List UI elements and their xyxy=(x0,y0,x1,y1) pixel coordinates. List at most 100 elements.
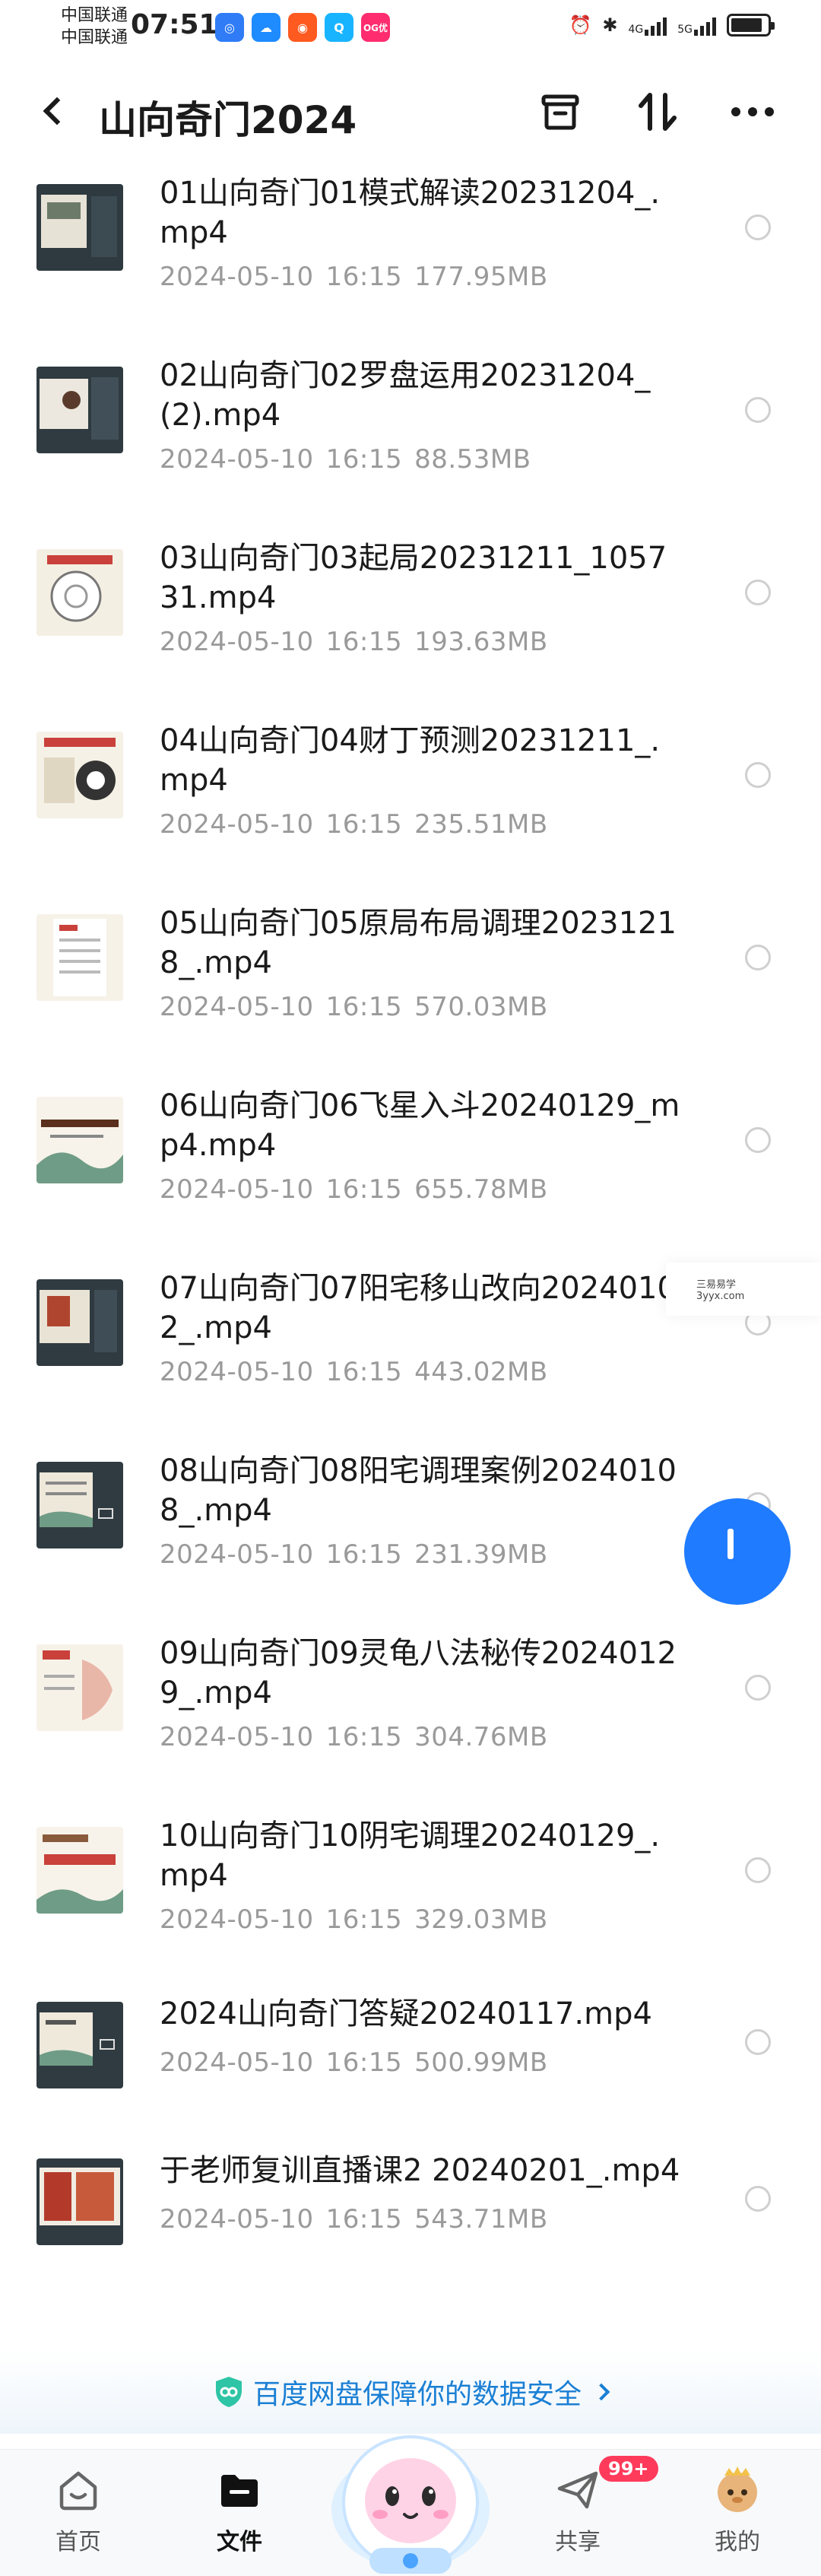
system-icons: ⏰ ✱ 4G 5G xyxy=(569,14,775,37)
share-badge: 99+ xyxy=(599,2456,658,2482)
assistant-mascot-button[interactable] xyxy=(327,2403,494,2576)
back-arrow-icon xyxy=(43,97,71,125)
file-name: 05山向奇门05原局布局调理20231218_.mp4 xyxy=(160,906,677,980)
upload-fab-button[interactable] xyxy=(684,1498,791,1605)
video-thumbnail xyxy=(36,1644,123,1731)
file-row[interactable]: 01山向奇门01模式解读20231204_.mp4 2024-05-10 16:1… xyxy=(0,167,821,350)
file-date: 2024-05-10 xyxy=(160,1174,314,1205)
file-row[interactable]: 2024山向奇门答疑20240117.mp4 2024-05-10 16:15 50… xyxy=(0,1993,821,2149)
select-radio[interactable] xyxy=(745,580,771,605)
select-radio[interactable] xyxy=(745,214,771,240)
file-date: 2024-05-10 xyxy=(160,444,314,475)
file-name: 01山向奇门01模式解读20231204_.mp4 xyxy=(160,176,661,250)
file-row[interactable]: 02山向奇门02罗盘运用20231204_(2).mp4 2024-05-10 1… xyxy=(0,350,821,532)
select-radio[interactable] xyxy=(745,2186,771,2212)
file-size: 304.76MB xyxy=(414,1722,548,1752)
file-size: 231.39MB xyxy=(414,1539,548,1570)
file-meta: 2024-05-10 16:15 235.51MB xyxy=(160,809,560,840)
file-date: 2024-05-10 xyxy=(160,2204,314,2235)
more-button[interactable] xyxy=(726,85,779,138)
file-row[interactable]: 06山向奇门06飞星入斗20240129_mp4.mp4 2024-05-10 1… xyxy=(0,1080,821,1263)
nav-files-label: 文件 xyxy=(217,2529,262,2555)
video-thumbnail xyxy=(36,914,123,1001)
file-row[interactable]: 于老师复训直播课2 20240201_.mp4 2024-05-10 16:15 5… xyxy=(0,2149,821,2306)
shopping-app-icon: OG优 xyxy=(361,13,390,42)
signal-2-icon: 5G xyxy=(677,14,716,36)
file-meta: 2024-05-10 16:15 655.78MB xyxy=(160,1174,560,1205)
folder-icon xyxy=(221,2475,258,2507)
signal-1-icon: 4G xyxy=(628,14,667,36)
file-date: 2024-05-10 xyxy=(160,809,314,840)
select-radio[interactable] xyxy=(745,1675,771,1701)
more-icon xyxy=(731,107,774,116)
file-time: 16:15 xyxy=(325,444,403,475)
file-meta: 2024-05-10 16:15 443.02MB xyxy=(160,1357,560,1387)
file-name: 于老师复训直播课2 20240201_.mp4 xyxy=(160,2153,680,2188)
watermark: 三易易学 3yyx.com xyxy=(666,1263,821,1316)
select-radio[interactable] xyxy=(745,945,771,970)
nav-home[interactable]: 首页 xyxy=(10,2450,147,2576)
file-row[interactable]: 05山向奇门05原局布局调理20231218_.mp4 2024-05-10 16… xyxy=(0,897,821,1080)
weibo-app-icon: ◉ xyxy=(288,13,317,42)
avatar xyxy=(718,2466,757,2512)
file-date: 2024-05-10 xyxy=(160,2047,314,2078)
select-radio[interactable] xyxy=(745,1127,771,1153)
app-bar: 山向奇门2024 xyxy=(0,68,821,152)
file-size: 88.53MB xyxy=(414,444,531,475)
file-meta: 2024-05-10 16:15 88.53MB xyxy=(160,444,544,475)
sort-button[interactable] xyxy=(631,85,684,138)
file-row[interactable]: 09山向奇门09灵龟八法秘传20240129_.mp4 2024-05-10 16… xyxy=(0,1628,821,1810)
file-name: 08山向奇门08阳宅调理案例20240108_.mp4 xyxy=(160,1453,677,1528)
select-radio[interactable] xyxy=(745,2029,771,2055)
carrier-1: 中国联通 xyxy=(61,6,128,25)
select-radio[interactable] xyxy=(745,1857,771,1883)
file-date: 2024-05-10 xyxy=(160,1357,314,1387)
nav-home-label: 首页 xyxy=(55,2529,101,2555)
nav-files[interactable]: 文件 xyxy=(171,2450,308,2576)
chevron-right-icon xyxy=(592,2383,610,2401)
file-meta: 2024-05-10 16:15 500.99MB xyxy=(160,2047,560,2078)
nav-share[interactable]: 99+ 共享 xyxy=(509,2450,658,2576)
file-time: 16:15 xyxy=(325,1722,403,1752)
nav-mine[interactable]: 我的 xyxy=(669,2450,806,2576)
file-time: 16:15 xyxy=(325,809,403,840)
file-row[interactable]: 04山向奇门04财丁预测20231211_.mp4 2024-05-10 16:1… xyxy=(0,715,821,897)
file-meta: 2024-05-10 16:15 304.76MB xyxy=(160,1722,560,1752)
file-size: 329.03MB xyxy=(414,1904,548,1935)
file-date: 2024-05-10 xyxy=(160,627,314,657)
home-icon xyxy=(59,2471,97,2511)
file-name: 2024山向奇门答疑20240117.mp4 xyxy=(160,1996,652,2031)
file-name: 10山向奇门10阴宅调理20240129_.mp4 xyxy=(160,1818,661,1893)
file-time: 16:15 xyxy=(325,1357,403,1387)
file-date: 2024-05-10 xyxy=(160,1904,314,1935)
network-type-1: 4G xyxy=(628,24,644,36)
file-size: 570.03MB xyxy=(414,992,548,1022)
file-date: 2024-05-10 xyxy=(160,1539,314,1570)
file-date: 2024-05-10 xyxy=(160,992,314,1022)
video-thumbnail xyxy=(36,1279,123,1366)
alarm-icon: ⏰ xyxy=(569,14,592,36)
file-row[interactable]: 03山向奇门03起局20231211_105731.mp4 2024-05-10… xyxy=(0,532,821,715)
file-time: 16:15 xyxy=(325,1539,403,1570)
back-button[interactable] xyxy=(29,88,74,134)
carrier-info: 中国联通 中国联通 xyxy=(61,5,128,49)
select-radio[interactable] xyxy=(745,762,771,788)
select-radio[interactable] xyxy=(745,397,771,423)
file-list: 01山向奇门01模式解读20231204_.mp4 2024-05-10 16:1… xyxy=(0,167,821,2306)
file-size: 543.71MB xyxy=(414,2204,548,2235)
file-time: 16:15 xyxy=(325,2204,403,2235)
network-type-2: 5G xyxy=(677,24,693,36)
sort-icon xyxy=(639,93,677,131)
file-time: 16:15 xyxy=(325,1904,403,1935)
file-time: 16:15 xyxy=(325,2047,403,2078)
page-title: 山向奇门2024 xyxy=(99,98,357,142)
file-meta: 2024-05-10 16:15 193.63MB xyxy=(160,627,560,657)
file-time: 16:15 xyxy=(325,627,403,657)
nav-mine-label: 我的 xyxy=(715,2529,760,2555)
file-row[interactable]: 10山向奇门10阴宅调理20240129_.mp4 2024-05-10 16:1… xyxy=(0,1810,821,1993)
file-size: 177.95MB xyxy=(414,262,548,292)
shield-icon xyxy=(215,2377,242,2407)
archive-button[interactable] xyxy=(534,85,587,138)
notification-icons: ◎ ☁ ◉ Q OG优 xyxy=(215,13,390,42)
video-thumbnail xyxy=(36,1097,123,1183)
